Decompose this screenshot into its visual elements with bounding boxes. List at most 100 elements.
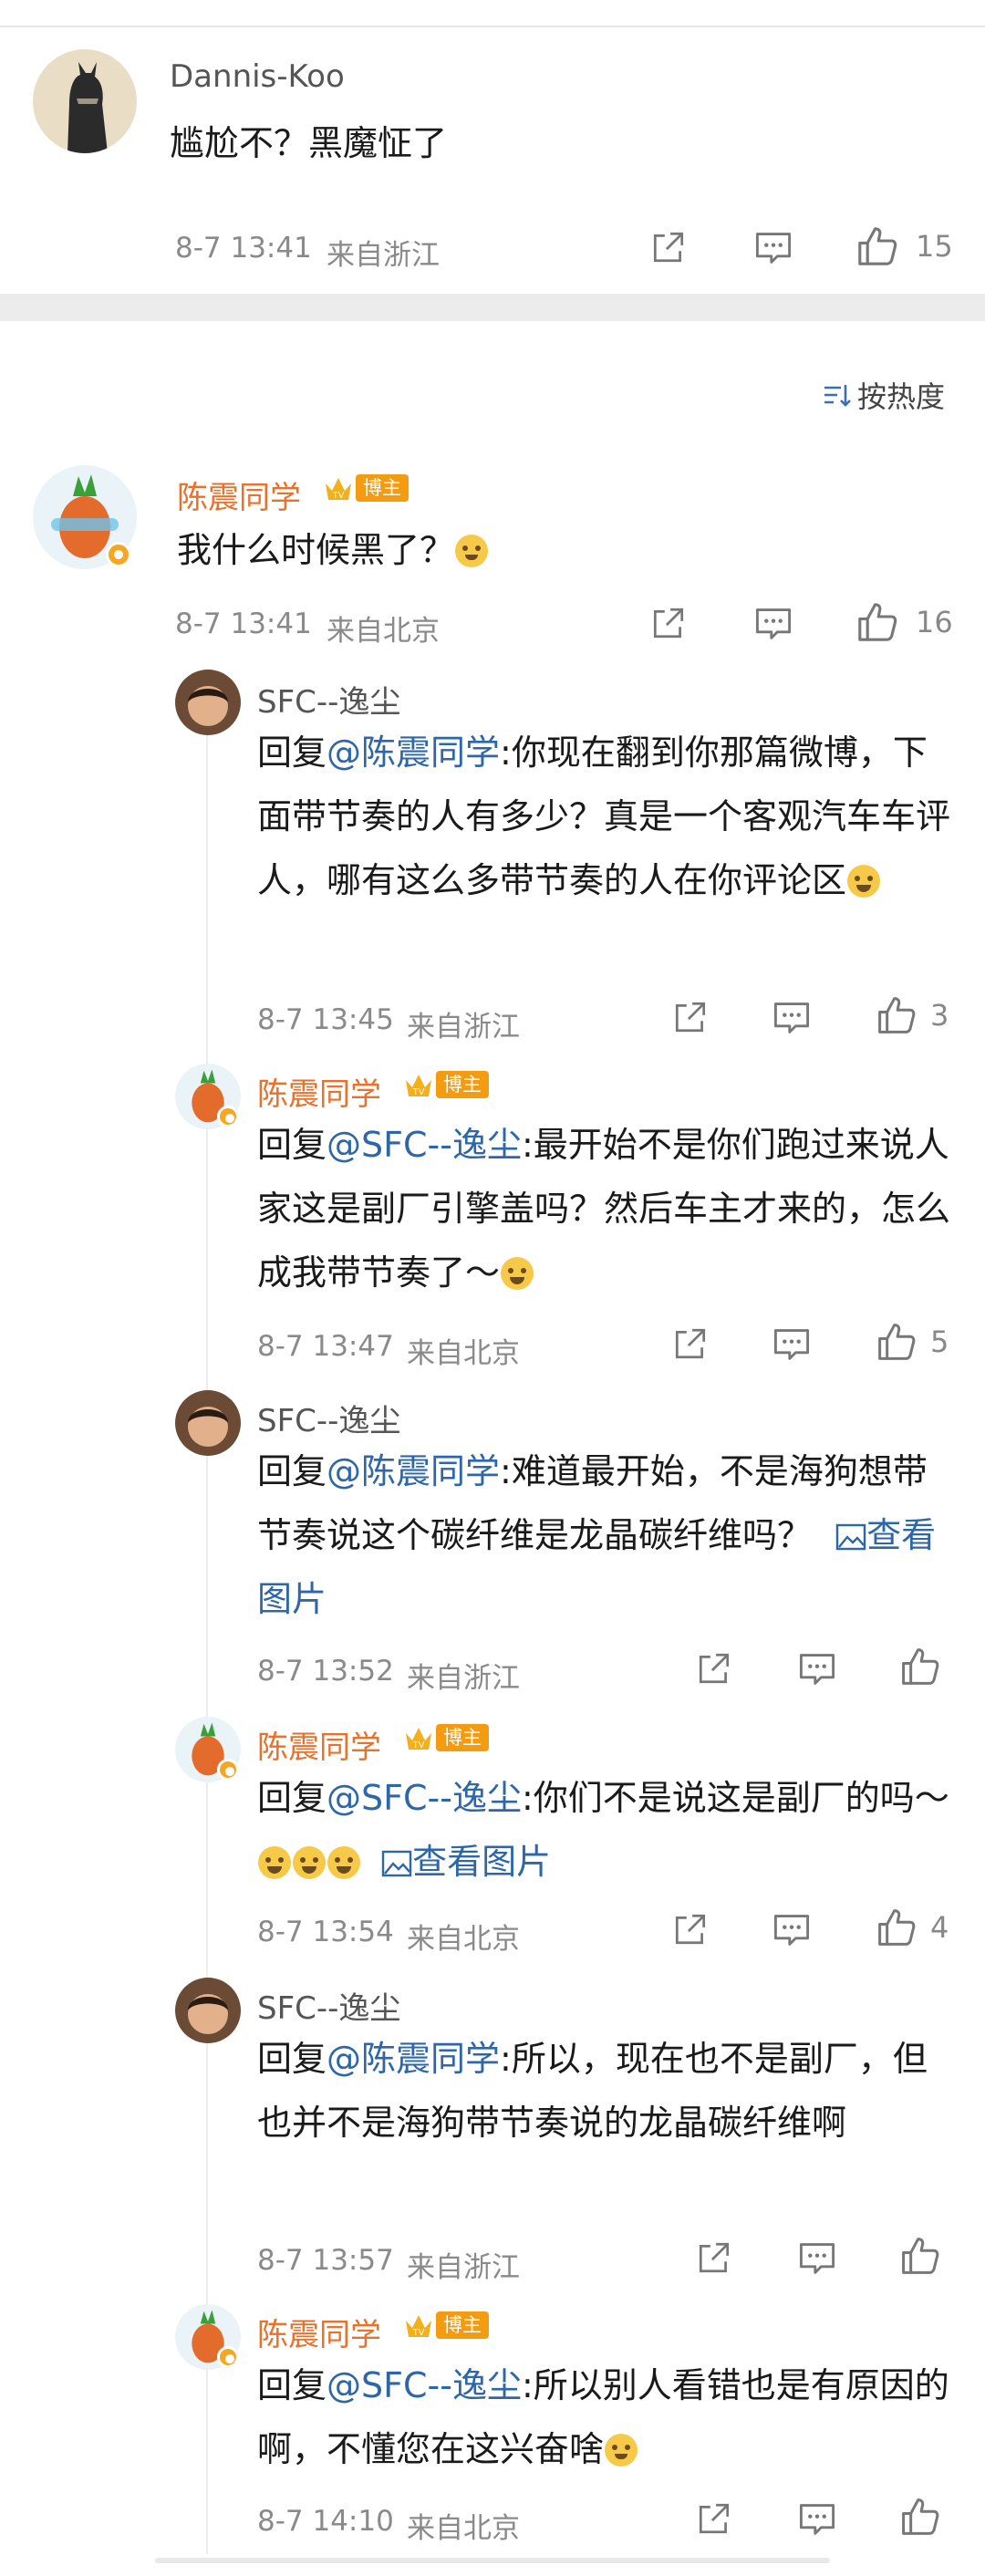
image-icon <box>381 1850 412 1877</box>
share-button[interactable] <box>695 2499 733 2538</box>
mention-link[interactable]: @SFC--逸尘 <box>327 2365 522 2405</box>
like-button[interactable]: 3 <box>876 994 949 1036</box>
avatar[interactable] <box>33 49 137 153</box>
like-icon <box>876 994 918 1036</box>
avatar[interactable] <box>175 1390 241 1456</box>
comment-button[interactable] <box>772 1910 812 1950</box>
reply-4: 陈震同学 TV 博主 回复@SFC--逸尘:你们不是说这是副厂的吗～ 查看图片 … <box>0 1713 985 1978</box>
comment-button[interactable] <box>797 2499 837 2540</box>
share-button[interactable] <box>695 2238 733 2277</box>
view-image-label: 查看图片 <box>412 1842 552 1882</box>
wonder-emoji-icon <box>605 2434 638 2467</box>
mention-link[interactable]: @陈震同学 <box>327 1451 500 1491</box>
comment-button[interactable] <box>772 998 812 1038</box>
username[interactable]: SFC--逸尘 <box>257 677 400 722</box>
reply-location: 来自北京 <box>407 1337 520 1370</box>
laugh-cry-emoji-icon <box>327 1846 360 1879</box>
like-count: 15 <box>916 229 953 264</box>
like-button[interactable] <box>899 1646 941 1688</box>
verified-badge-icon <box>106 542 131 567</box>
reply-location: 来自北京 <box>407 2512 520 2545</box>
laugh-cry-emoji-icon <box>501 1257 534 1290</box>
reply-body: :你们不是说这是副厂的吗～ <box>521 1778 949 1818</box>
like-icon <box>876 1906 918 1948</box>
comment-button[interactable] <box>753 604 793 644</box>
laugh-cry-emoji-icon <box>293 1846 326 1879</box>
reply-3: SFC--逸尘 回复@陈震同学:难道最开始，不是海狗想带节奏说这个碳纤维是龙晶碳… <box>0 1387 985 1715</box>
comment-icon <box>772 1324 812 1365</box>
sort-by-heat-button[interactable]: 按热度 <box>821 374 945 416</box>
comment-button[interactable] <box>797 1649 837 1689</box>
avatar[interactable] <box>175 670 241 735</box>
share-button[interactable] <box>671 998 710 1036</box>
username[interactable]: SFC--逸尘 <box>257 1983 400 2028</box>
reply-time: 8-7 13:45 <box>257 1003 394 1036</box>
laugh-cry-emoji-icon <box>258 1846 291 1879</box>
avatar[interactable] <box>175 1978 241 2043</box>
username[interactable]: 陈震同学 <box>177 473 301 517</box>
comment-button[interactable] <box>753 228 793 268</box>
section-separator <box>0 294 985 321</box>
comment-body: 我什么时候黑了？ <box>177 530 455 570</box>
badge-label: 博主 <box>436 2311 489 2339</box>
username[interactable]: 陈震同学 <box>257 1722 381 1767</box>
reply-location: 来自北京 <box>407 1923 520 1956</box>
share-icon <box>649 604 688 642</box>
like-count: 5 <box>930 1324 949 1359</box>
reply-1: SFC--逸尘 回复@陈震同学:你现在翻到你那篇微博，下面带节奏的人有多少？真是… <box>0 666 985 1049</box>
badge-label: 博主 <box>436 1724 489 1751</box>
comment-dannis: Dannis-Koo 尴尬不？黑魔怔了 8-7 13:41 来自浙江 15 <box>0 0 985 294</box>
share-button[interactable] <box>671 1324 710 1363</box>
username[interactable]: 陈震同学 <box>257 1069 381 1114</box>
comment-location: 来自浙江 <box>327 239 440 272</box>
crown-icon: TV <box>326 478 351 501</box>
share-icon <box>695 1649 733 1688</box>
like-button[interactable]: 16 <box>855 600 953 644</box>
like-button[interactable]: 5 <box>876 1321 949 1363</box>
boy-avatar-icon <box>188 686 228 726</box>
reply-prefix: 回复 <box>257 732 327 773</box>
mention-link[interactable]: @SFC--逸尘 <box>327 1125 522 1165</box>
like-button[interactable]: 15 <box>855 224 953 268</box>
share-icon <box>649 228 688 266</box>
reply-prefix: 回复 <box>257 1451 327 1491</box>
like-button[interactable] <box>899 2235 941 2277</box>
reply-prefix: 回复 <box>257 2039 327 2079</box>
share-icon <box>671 998 710 1036</box>
share-button[interactable] <box>671 1910 710 1948</box>
batman-avatar-icon <box>67 62 108 153</box>
like-count: 3 <box>930 998 949 1033</box>
share-button[interactable] <box>649 604 688 642</box>
reply-location: 来自浙江 <box>407 2251 520 2284</box>
like-icon <box>899 2496 941 2538</box>
reply-text: 回复@陈震同学:所以，现在也不是副厂，但也并不是海狗带节奏说的龙晶碳纤维啊 <box>257 2027 950 2155</box>
username[interactable]: 陈震同学 <box>257 2310 381 2354</box>
comment-button[interactable] <box>772 1324 812 1365</box>
username[interactable]: SFC--逸尘 <box>257 1396 400 1440</box>
comment-text: 尴尬不？黑魔怔了 <box>170 123 448 163</box>
crown-icon: TV <box>406 1075 431 1097</box>
crown-icon: TV <box>406 2315 431 2338</box>
reply-time: 8-7 13:57 <box>257 2244 394 2277</box>
mention-link[interactable]: @陈震同学 <box>327 2039 500 2079</box>
share-icon <box>671 1910 710 1948</box>
mention-link[interactable]: @陈震同学 <box>327 732 500 773</box>
reply-text: 回复@陈震同学:你现在翻到你那篇微博，下面带节奏的人有多少？真是一个客观汽车车评… <box>257 721 950 912</box>
username[interactable]: Dannis-Koo <box>170 58 345 95</box>
badge-label: 博主 <box>436 1071 489 1098</box>
like-icon <box>899 2235 941 2277</box>
mention-link[interactable]: @SFC--逸尘 <box>327 1778 522 1818</box>
share-button[interactable] <box>649 228 688 266</box>
crown-icon: TV <box>406 1728 431 1750</box>
view-image-link[interactable]: 查看图片 <box>381 1842 551 1882</box>
like-button[interactable] <box>899 2496 941 2538</box>
reply-time: 8-7 14:10 <box>257 2505 394 2538</box>
reply-prefix: 回复 <box>257 2365 327 2405</box>
comment-button[interactable] <box>797 2238 837 2279</box>
like-icon <box>855 224 899 268</box>
share-button[interactable] <box>695 1649 733 1688</box>
svg-text:TV: TV <box>333 491 345 501</box>
reply-5: SFC--逸尘 回复@陈震同学:所以，现在也不是副厂，但也并不是海狗带节奏说的龙… <box>0 1974 985 2302</box>
reply-text: 回复@SFC--逸尘:你们不是说这是副厂的吗～ 查看图片 <box>257 1766 950 1894</box>
like-button[interactable]: 4 <box>876 1906 949 1948</box>
